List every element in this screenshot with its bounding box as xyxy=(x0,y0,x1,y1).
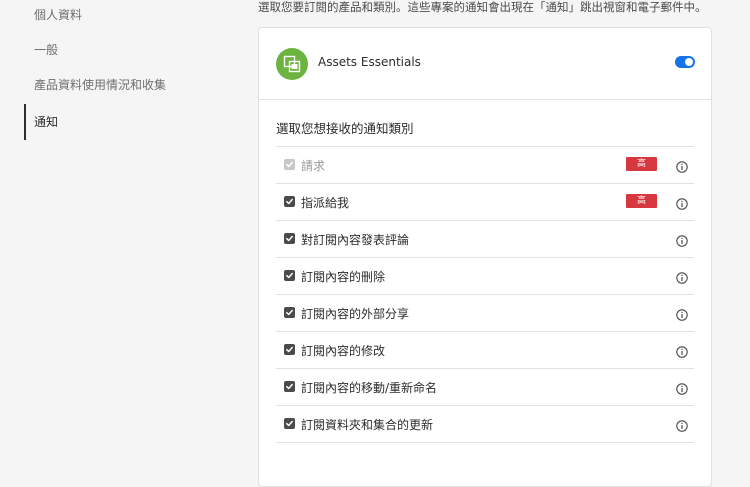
category-checkbox[interactable] xyxy=(284,270,295,281)
product-notifications-toggle[interactable] xyxy=(675,56,695,68)
info-icon[interactable] xyxy=(676,306,688,321)
sidebar-item-profile[interactable]: 個人資料 xyxy=(24,0,224,33)
info-icon[interactable] xyxy=(676,343,688,358)
info-icon[interactable] xyxy=(676,232,688,247)
sidebar-item-general[interactable]: 一般 xyxy=(24,32,224,68)
toggle-knob xyxy=(685,58,693,66)
assets-essentials-icon xyxy=(276,48,308,80)
notification-category-row: 訂閱內容的移動/重新命名 xyxy=(276,369,694,406)
category-checkbox[interactable] xyxy=(284,196,295,207)
notification-category-row: 對訂閱內容發表評論 xyxy=(276,221,694,258)
notification-category-row: 訂閱內容的外部分享 xyxy=(276,295,694,332)
priority-badge: 高 xyxy=(626,157,657,171)
settings-sidebar: 個人資料 一般 產品資料使用情況和收集 通知 xyxy=(0,0,244,470)
category-label: 指派給我 xyxy=(301,196,350,210)
product-notification-card: Assets Essentials 選取您想接收的通知類別 請求高指派給我高對訂… xyxy=(258,27,712,487)
info-icon[interactable] xyxy=(676,417,688,432)
section-title: 選取您想接收的通知類別 xyxy=(276,121,414,136)
info-icon[interactable] xyxy=(676,380,688,395)
notification-category-row: 訂閱內容的修改 xyxy=(276,332,694,369)
sidebar-item-notifications[interactable]: 通知 xyxy=(24,104,224,140)
category-label: 對訂閱內容發表評論 xyxy=(301,233,410,247)
info-icon[interactable] xyxy=(676,195,688,210)
priority-badge: 高 xyxy=(626,194,657,208)
info-icon[interactable] xyxy=(676,269,688,284)
notification-category-row: 訂閱內容的刪除 xyxy=(276,258,694,295)
sidebar-item-product-data-usage[interactable]: 產品資料使用情況和收集 xyxy=(24,67,224,103)
category-checkbox[interactable] xyxy=(284,307,295,318)
notification-category-row: 請求 高 xyxy=(276,147,694,184)
category-checkbox[interactable] xyxy=(284,344,295,355)
category-checkbox[interactable] xyxy=(284,233,295,244)
category-checkbox[interactable] xyxy=(284,418,295,429)
category-checkbox[interactable] xyxy=(284,381,295,392)
category-label: 訂閱內容的刪除 xyxy=(301,270,386,284)
notification-category-row: 訂閱資料夾和集合的更新 xyxy=(276,406,694,443)
category-checkbox xyxy=(284,159,295,170)
category-label: 訂閱資料夾和集合的更新 xyxy=(301,418,434,432)
category-label: 訂閱內容的修改 xyxy=(301,344,386,358)
info-icon[interactable] xyxy=(676,158,688,173)
category-label: 請求 xyxy=(301,159,326,173)
category-label: 訂閱內容的移動/重新命名 xyxy=(301,381,438,395)
category-label: 訂閱內容的外部分享 xyxy=(301,307,410,321)
notifications-intro-text: 選取您要訂閱的產品和類別。這些專案的通知會出現在「通知」跳出視窗和電子郵件中。 xyxy=(258,0,707,14)
app-name: Assets Essentials xyxy=(318,55,421,69)
notification-category-row: 指派給我 高 xyxy=(276,184,694,221)
card-header: Assets Essentials xyxy=(259,28,711,100)
